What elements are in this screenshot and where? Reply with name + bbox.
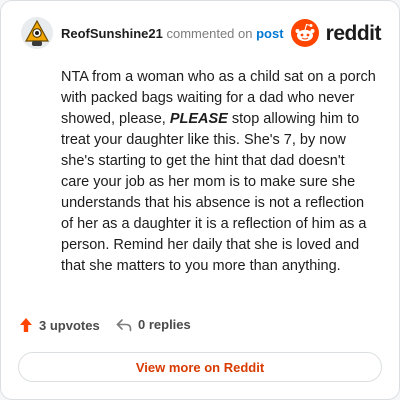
avatar[interactable] xyxy=(21,17,53,49)
replies-count: 0 replies xyxy=(138,317,191,332)
view-more-on-reddit-button[interactable]: View more on Reddit xyxy=(18,352,382,382)
commented-on-text: commented on xyxy=(166,26,253,41)
post-link[interactable]: post xyxy=(256,26,283,41)
upvotes-stat[interactable]: 3 upvotes xyxy=(19,317,100,333)
comment-header: ReofSunshine21 commented on post reddit xyxy=(21,17,382,51)
upvotes-count: 3 upvotes xyxy=(39,317,100,333)
snoo-avatar-icon xyxy=(21,17,53,49)
reddit-logo-icon xyxy=(291,19,319,47)
comment-meta: ReofSunshine21 commented on post xyxy=(61,27,284,41)
comment-body-part2: stop allowing him to treat your daughter… xyxy=(61,111,367,274)
comment-embed-card: ReofSunshine21 commented on post reddit … xyxy=(0,0,400,400)
username-link[interactable]: ReofSunshine21 xyxy=(61,26,163,41)
comment-body-emphasis: PLEASE xyxy=(169,111,228,127)
upvote-arrow-icon xyxy=(20,318,32,332)
comment-body: NTA from a woman who as a child sat on a… xyxy=(61,67,376,277)
replies-stat[interactable]: 0 replies xyxy=(116,317,191,332)
reddit-wordmark: reddit xyxy=(325,22,382,45)
reply-arrow-icon xyxy=(116,318,132,331)
